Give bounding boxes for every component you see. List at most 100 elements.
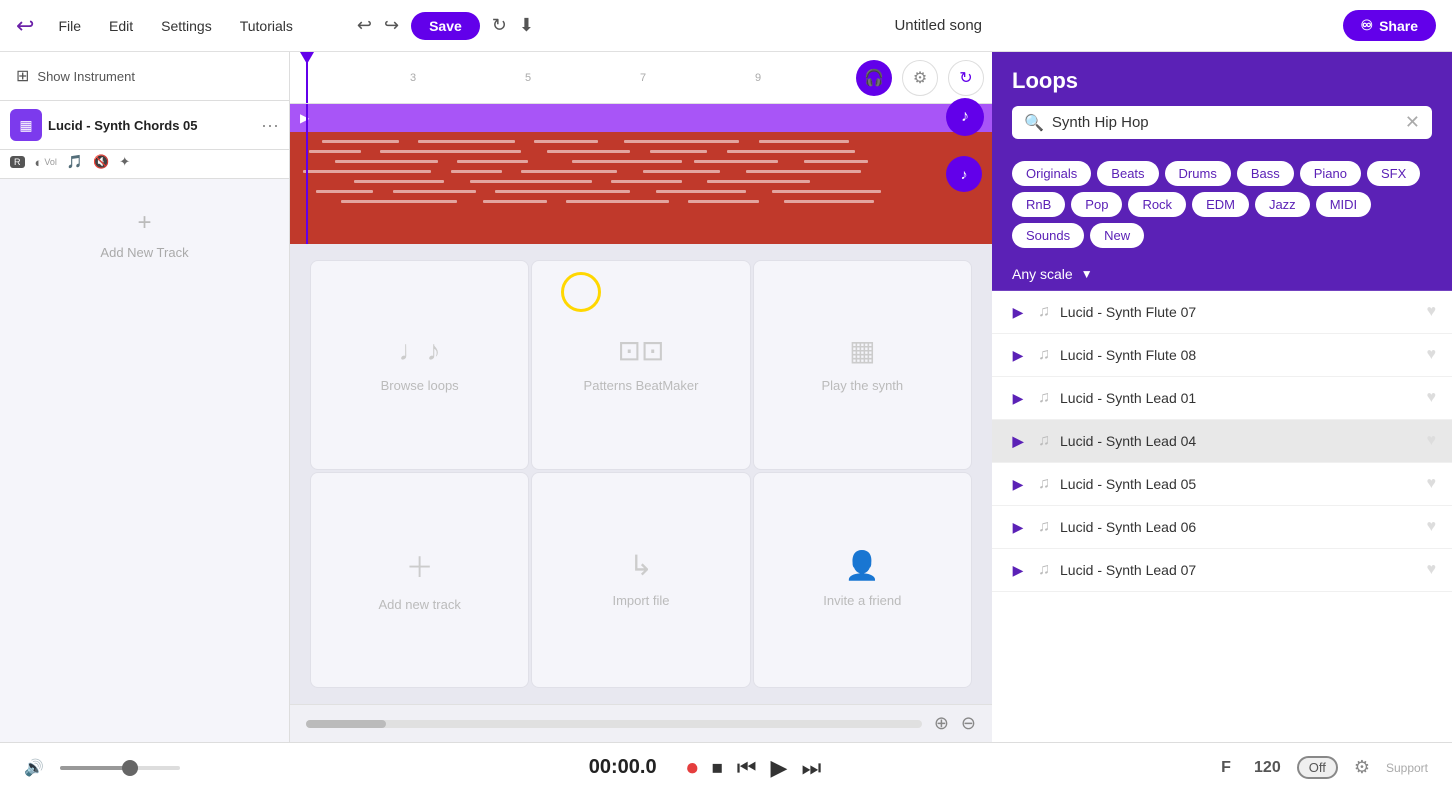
record-arm-button[interactable]: R (10, 156, 25, 168)
track-controls: R ◐ Vol 🎵 🔇 ✦ (0, 150, 289, 179)
undo-button[interactable]: ↩ (357, 15, 372, 36)
zoom-out-button[interactable]: ⊖ (961, 713, 976, 734)
import-file-cell[interactable]: ↳ Import file (531, 472, 750, 689)
loop-play-button[interactable]: ▶ (1008, 390, 1028, 407)
logo-icon[interactable]: ↩ (16, 13, 34, 39)
loop-play-button[interactable]: ▶ (1008, 433, 1028, 450)
empty-actions-grid: ♩♪ Browse loops ⊡⊡ Patterns BeatMaker ▦ … (290, 244, 992, 704)
headphone-button[interactable]: 🎧 (856, 60, 892, 96)
tag-pop[interactable]: Pop (1071, 192, 1122, 217)
loops-search-input[interactable] (1052, 114, 1397, 131)
tag-sounds[interactable]: Sounds (1012, 223, 1084, 248)
ruler-mark-5: 5 (525, 72, 531, 84)
loop-name: Lucid - Synth Lead 01 (1060, 390, 1417, 406)
add-track-label: Add New Track (100, 245, 188, 260)
fast-forward-button[interactable]: ⏭ (801, 755, 821, 781)
track-more-button[interactable]: ··· (261, 115, 279, 136)
stop-button[interactable]: ⏹ (712, 755, 723, 781)
tag-bass[interactable]: Bass (1237, 161, 1294, 186)
rewind-button[interactable]: ⏮ (737, 755, 757, 781)
loop-heart-button[interactable]: ♥ (1427, 346, 1437, 364)
loop-play-button[interactable]: ▶ (1008, 304, 1028, 321)
loop-play-button[interactable]: ▶ (1008, 347, 1028, 364)
loop-heart-button[interactable]: ♥ (1427, 518, 1437, 536)
menu-file[interactable]: File (58, 18, 81, 34)
patterns-beatmaker-cell[interactable]: ⊡⊡ Patterns BeatMaker (531, 260, 750, 470)
loop-item[interactable]: ▶ ♫ Lucid - Synth Lead 01 ♥ (992, 377, 1452, 420)
scale-selector[interactable]: Any scale ▼ (992, 258, 1452, 291)
loop-item[interactable]: ▶ ♫ Lucid - Synth Lead 05 ♥ (992, 463, 1452, 506)
loop-name: Lucid - Synth Lead 06 (1060, 519, 1417, 535)
tag-rnb[interactable]: RnB (1012, 192, 1065, 217)
scale-label: Any scale (1012, 266, 1073, 282)
tag-rock[interactable]: Rock (1128, 192, 1186, 217)
save-button[interactable]: Save (411, 12, 480, 40)
loop-item[interactable]: ▶ ♫ Lucid - Synth Flute 08 ♥ (992, 334, 1452, 377)
volume-button[interactable]: ◐ Vol (35, 155, 57, 170)
menu-tutorials[interactable]: Tutorials (240, 18, 293, 34)
play-synth-cell[interactable]: ▦ Play the synth (753, 260, 972, 470)
zoom-in-button[interactable]: ⊕ (934, 713, 949, 734)
add-new-track-cell[interactable]: ＋ Add new track (310, 472, 529, 689)
loop-item[interactable]: ▶ ♫ Lucid - Synth Lead 06 ♥ (992, 506, 1452, 549)
redo-button[interactable]: ↪ (384, 15, 399, 36)
add-track-area[interactable]: + Add New Track (0, 179, 289, 742)
loops-list: ▶ ♫ Lucid - Synth Flute 07 ♥ ▶ ♫ Lucid -… (992, 291, 1452, 742)
volume-slider[interactable] (60, 766, 180, 770)
loop-name: Lucid - Synth Lead 07 (1060, 562, 1417, 578)
loop-heart-button[interactable]: ♥ (1427, 303, 1437, 321)
refresh-button[interactable]: ↻ (948, 60, 984, 96)
loop-heart-button[interactable]: ♥ (1427, 432, 1437, 450)
settings-button[interactable]: ⚙ (1354, 757, 1370, 778)
invite-label: Invite a friend (823, 592, 901, 610)
fx-button[interactable]: ✦ (119, 154, 130, 170)
tag-new[interactable]: New (1090, 223, 1144, 248)
loop-item[interactable]: ▶ ♫ Lucid - Synth Lead 07 ♥ (992, 549, 1452, 592)
tag-beats[interactable]: Beats (1097, 161, 1158, 186)
grid-icon: ⊞ (16, 66, 29, 86)
search-icon: 🔍 (1024, 113, 1044, 133)
track-content[interactable]: ▶ (290, 104, 992, 244)
browse-loops-icon: ♩♪ (399, 335, 441, 367)
loop-play-button[interactable]: ▶ (1008, 476, 1028, 493)
track-icon[interactable]: ▦ (10, 109, 42, 141)
loop-play-button[interactable]: ▶ (1008, 519, 1028, 536)
search-clear-button[interactable]: ✕ (1405, 112, 1420, 133)
tag-jazz[interactable]: Jazz (1255, 192, 1310, 217)
tag-edm[interactable]: EDM (1192, 192, 1249, 217)
loop-play-button[interactable]: ▶ (1008, 562, 1028, 579)
play-button[interactable]: ▶ (771, 755, 788, 781)
tune-button[interactable]: 🎵 (67, 154, 83, 170)
support-link[interactable]: Support (1386, 761, 1428, 775)
loop-heart-button[interactable]: ♥ (1427, 561, 1437, 579)
record-button[interactable]: ⏺ (687, 755, 698, 781)
bottombar: 🔊 00:00.0 ⏺ ⏹ ⏮ ▶ ⏭ F 120 Off ⚙ Support (0, 742, 1452, 792)
loops-panel: Loops 🔍 ✕ Originals Beats Drums Bass Pia… (992, 52, 1452, 742)
loops-tags: Originals Beats Drums Bass Piano SFX RnB… (992, 161, 1452, 258)
loop-heart-button[interactable]: ♥ (1427, 475, 1437, 493)
mute-button[interactable]: 🔇 (93, 154, 109, 170)
tag-sfx[interactable]: SFX (1367, 161, 1420, 186)
add-track-icon: + (137, 209, 151, 237)
track-user-avatar: ♪ (946, 156, 982, 192)
browse-loops-cell[interactable]: ♩♪ Browse loops (310, 260, 529, 470)
tag-drums[interactable]: Drums (1165, 161, 1231, 186)
menu-edit[interactable]: Edit (109, 18, 133, 34)
loop-item[interactable]: ▶ ♫ Lucid - Synth Flute 07 ♥ (992, 291, 1452, 334)
tag-midi[interactable]: MIDI (1316, 192, 1371, 217)
bpm-display: 120 (1254, 759, 1281, 777)
metronome-toggle[interactable]: Off (1297, 756, 1338, 779)
settings-gear-button[interactable]: ⚙ (902, 60, 938, 96)
timeline-scrollbar[interactable] (306, 720, 922, 728)
loop-item-active[interactable]: ▶ ♫ Lucid - Synth Lead 04 ♥ (992, 420, 1452, 463)
show-instrument-button[interactable]: ⊞ Show Instrument (0, 52, 289, 101)
invite-friend-cell[interactable]: 👤 Invite a friend (753, 472, 972, 689)
tag-originals[interactable]: Originals (1012, 161, 1091, 186)
menu-settings[interactable]: Settings (161, 18, 212, 34)
add-track-plus-icon: ＋ (406, 546, 434, 586)
share-button[interactable]: ♾ Share (1343, 10, 1436, 41)
loop-heart-button[interactable]: ♥ (1427, 389, 1437, 407)
tag-piano[interactable]: Piano (1300, 161, 1361, 186)
loop-button[interactable]: ↻ (492, 15, 507, 36)
download-button[interactable]: ⬇ (519, 15, 534, 36)
